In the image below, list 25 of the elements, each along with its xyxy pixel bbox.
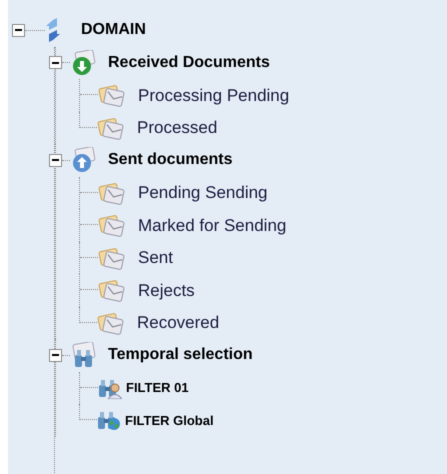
tree-item[interactable]: Temporal selection (108, 343, 253, 368)
upload-arrow-icon (70, 147, 98, 174)
tree-item[interactable]: DOMAIN (81, 18, 146, 42)
tree-item[interactable]: Sent documents (108, 148, 232, 172)
collapse-toggle[interactable] (49, 56, 62, 70)
binoculars-icon (70, 342, 98, 368)
binoculars-globe-icon (97, 409, 121, 432)
collapse-toggle[interactable] (49, 154, 62, 167)
tree-item[interactable]: Pending Sending (138, 180, 268, 206)
tree-item[interactable]: Processing Pending (138, 82, 290, 108)
tree-item[interactable]: Recovered (137, 310, 220, 336)
tree-item[interactable]: FILTER Global (125, 410, 214, 430)
envelope-icon (98, 277, 126, 304)
sync-arrows-icon (45, 17, 61, 44)
tree-item[interactable]: Sent (138, 245, 173, 270)
collapse-toggle[interactable] (12, 24, 25, 37)
envelope-icon (98, 212, 126, 238)
tree-item[interactable]: Processed (137, 115, 218, 140)
tree-item[interactable]: Rejects (138, 278, 195, 303)
tree-item[interactable]: FILTER 01 (126, 378, 189, 398)
envelope-icon (98, 82, 126, 108)
tree-item[interactable]: Received Documents (108, 50, 270, 75)
tree-item[interactable]: Marked for Sending (138, 212, 286, 238)
download-arrow-icon (70, 50, 98, 76)
collapse-toggle[interactable] (49, 348, 62, 362)
